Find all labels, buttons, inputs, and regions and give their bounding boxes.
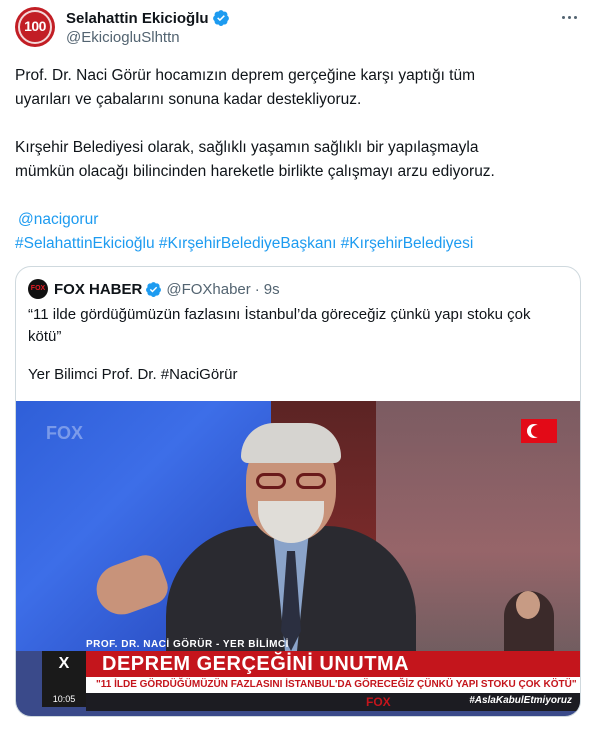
glasses-lens: [296, 473, 326, 489]
video-thumbnail[interactable]: FOX PROF. DR. NACİ GÖRÜR - YER BİLİMCİ X: [16, 401, 580, 716]
author-name-row: Selahattin Ekicioğlu: [66, 8, 230, 28]
avatar-text: 100: [24, 18, 46, 34]
quote-text: “11 ilde gördüğümüzün fazlasını İstanbul…: [28, 304, 568, 386]
glasses-lens: [256, 473, 286, 489]
more-dot: [574, 15, 577, 19]
author-avatar[interactable]: 100: [15, 7, 55, 47]
more-dot: [568, 15, 571, 19]
verified-badge-icon: [212, 10, 229, 26]
broadcast-time: 10:05: [42, 691, 86, 707]
screen-watermark: FOX: [46, 423, 84, 443]
tweet-text: Prof. Dr. Naci Görür hocamızın deprem ge…: [15, 64, 580, 256]
quote-timestamp[interactable]: 9s: [264, 281, 280, 298]
separator-dot: ·: [254, 280, 260, 298]
news-headline: DEPREM GERÇEĞİNİ UNUTMA: [86, 651, 580, 677]
quote-author-handle[interactable]: @FOXhaber: [166, 281, 250, 298]
ticker-hashtag: #AslaKabulEtmiyoruz: [469, 695, 572, 706]
channel-x-logo: X: [42, 651, 86, 691]
turkish-flag-icon: [521, 419, 557, 443]
bottom-channel-logo: FOX: [366, 695, 391, 709]
quote-author-name[interactable]: FOX HABER: [54, 281, 142, 298]
tweet-line: mümkün olacağı bilincinden hareketle bir…: [15, 163, 495, 180]
speaker-caption: PROF. DR. NACİ GÖRÜR - YER BİLİMCİ: [86, 639, 289, 650]
more-dot: [562, 15, 565, 19]
quote-line: Yer Bilimci Prof. Dr. #NaciGörür: [28, 366, 238, 383]
news-lower-third: PROF. DR. NACİ GÖRÜR - YER BİLİMCİ X 10:…: [16, 639, 580, 716]
tweet-line: Kırşehir Belediyesi olarak, sağlıklı yaş…: [15, 139, 479, 156]
quote-header: FOX FOX HABER @FOXhaber · 9s: [28, 279, 280, 299]
speaker-hair: [241, 423, 341, 463]
tweet-line: uyarıları ve çabalarını sonuna kadar des…: [15, 91, 362, 108]
news-subline: "11 İLDE GÖRDÜĞÜMÜZÜN FAZLASINI İSTANBUL…: [86, 677, 580, 693]
quoted-tweet[interactable]: FOX FOX HABER @FOXhaber · 9s “11 ilde gö…: [15, 266, 581, 717]
author-name[interactable]: Selahattin Ekicioğlu: [66, 10, 209, 27]
hashtags-link[interactable]: #SelahattinEkicioğlu #KırşehirBelediyeBa…: [15, 232, 580, 256]
tweet-line: Prof. Dr. Naci Görür hocamızın deprem ge…: [15, 67, 476, 84]
news-ticker-bar: #AslaKabulEtmiyoruz: [86, 693, 580, 711]
interpreter-head: [516, 591, 540, 619]
quote-line: kötü”: [28, 328, 62, 345]
author-handle[interactable]: @EkiciogluSlhttn: [66, 29, 180, 46]
quote-avatar-text: FOX: [30, 285, 46, 292]
mention-link[interactable]: @nacigorur: [15, 208, 580, 232]
flag-crescent-cut: [531, 425, 543, 437]
quote-avatar[interactable]: FOX: [28, 279, 48, 299]
more-options-icon[interactable]: [562, 10, 580, 24]
tweet: 100 Selahattin Ekicioğlu @EkiciogluSlhtt…: [0, 0, 597, 731]
verified-badge-icon: [146, 281, 162, 297]
speaker-glasses: [256, 473, 328, 489]
quote-line: “11 ilde gördüğümüzün fazlasını İstanbul…: [28, 306, 531, 323]
